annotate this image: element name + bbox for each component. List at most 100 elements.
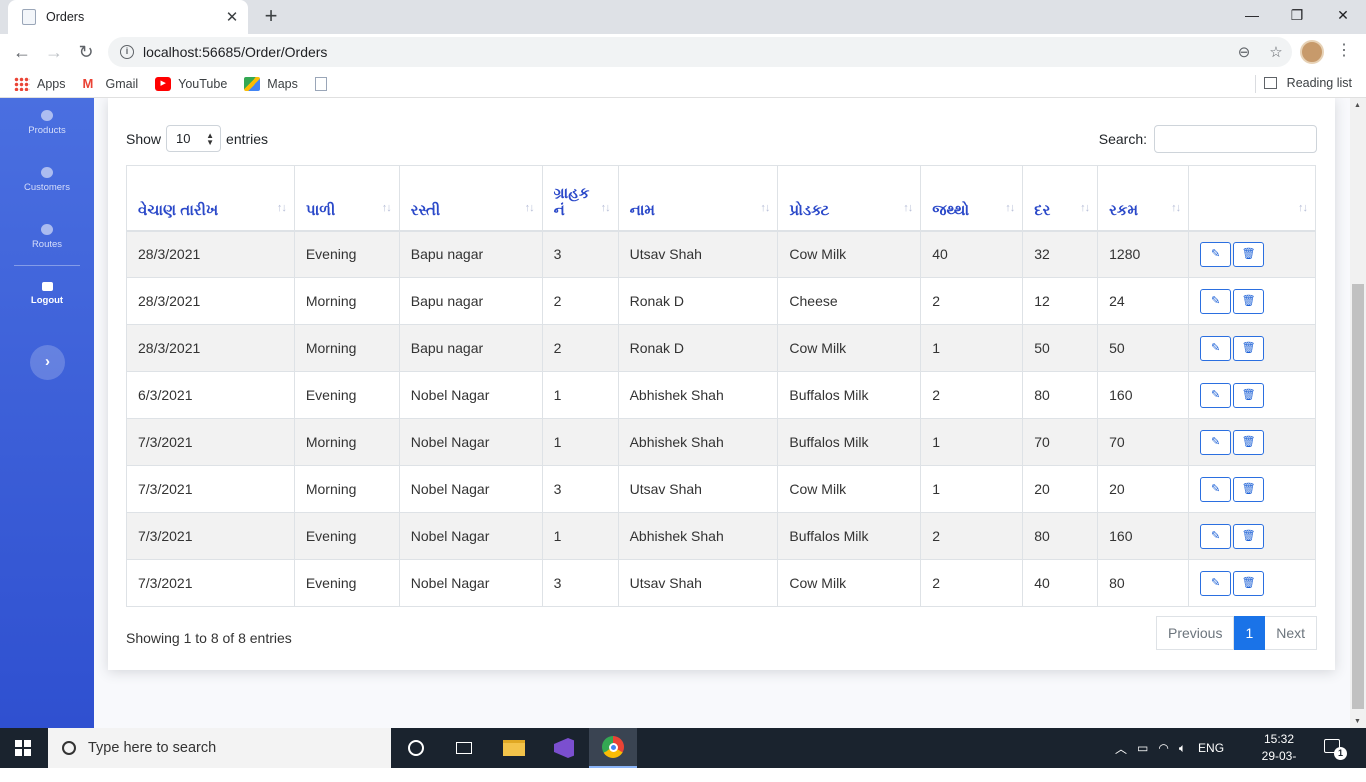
taskbar-clock[interactable]: 15:32 29-03-2021 [1250, 731, 1308, 782]
reading-list-button[interactable]: Reading list [1263, 76, 1352, 90]
volume-icon[interactable]: 🔈︎ [1179, 741, 1186, 756]
sidebar-divider [14, 265, 80, 266]
table-cell: 28/3/2021 [126, 324, 295, 372]
delete-button[interactable]: 🗑︎ [1233, 476, 1265, 502]
column-header[interactable]: પ્રોડક્ટ ↑↓ [777, 165, 922, 232]
file-explorer-icon[interactable] [490, 728, 538, 768]
site-info-icon[interactable]: i [120, 45, 134, 59]
zoom-icon[interactable]: ⊖ [1228, 43, 1260, 61]
delete-button[interactable]: 🗑︎ [1233, 382, 1265, 408]
edit-button[interactable]: ✎ [1200, 476, 1232, 502]
edit-button[interactable]: ✎ [1200, 241, 1232, 267]
page-scrollbar[interactable]: ▲ ▼ [1350, 98, 1366, 728]
bookmark-youtube[interactable]: ▶ YouTube [155, 76, 228, 91]
column-header[interactable]: પાળી ↑↓ [293, 165, 400, 232]
sidebar-item-label: Routes [31, 239, 63, 250]
row-actions: ✎ 🗑︎ [1188, 277, 1316, 325]
delete-button[interactable]: 🗑︎ [1233, 429, 1265, 455]
delete-button[interactable]: 🗑︎ [1233, 288, 1265, 314]
bookmark-star-icon[interactable]: ☆ [1260, 43, 1292, 61]
table-row: 7/3/2021 Evening Nobel Nagar 1 Abhishek Shah… [126, 512, 1316, 560]
next-page-button[interactable]: Next [1265, 616, 1318, 650]
table-cell: 50 [1022, 324, 1099, 372]
bookmark-maps[interactable]: Maps [244, 76, 298, 91]
column-header[interactable]: રકમ ↑↓ [1097, 165, 1190, 232]
delete-button[interactable]: 🗑︎ [1233, 241, 1265, 267]
column-header-label: પ્રોડક્ટ [789, 201, 830, 219]
row-actions: ✎ 🗑︎ [1188, 465, 1316, 513]
show-label: Show [126, 130, 162, 147]
sidebar-toggle-button[interactable]: › [30, 345, 65, 380]
edit-button[interactable]: ✎ [1200, 335, 1232, 361]
taskbar-search-placeholder: Type here to search [88, 740, 217, 756]
scroll-up-icon[interactable]: ▲ [1354, 102, 1361, 109]
battery-icon[interactable]: ▭ [1137, 741, 1148, 755]
entries-length-control: Show 10 ▲ ▼ entries [126, 125, 268, 152]
edit-button[interactable]: ✎ [1200, 429, 1232, 455]
bookmark-label: YouTube [178, 76, 228, 91]
delete-button[interactable]: 🗑︎ [1233, 335, 1265, 361]
close-tab-icon[interactable]: ✕ [220, 8, 244, 26]
edit-button[interactable]: ✎ [1200, 523, 1232, 549]
bookmark-page[interactable] [314, 76, 334, 91]
bookmark-gmail[interactable]: M Gmail [83, 76, 139, 91]
column-header[interactable]: નામ ↑↓ [617, 165, 779, 232]
chrome-icon[interactable] [589, 728, 637, 768]
chevron-up-icon[interactable]: ︿ [1115, 740, 1127, 757]
sidebar-item-products[interactable]: Products [0, 110, 94, 136]
scrollbar-thumb[interactable] [1352, 284, 1364, 709]
column-header-label: રસ્તી [410, 201, 441, 219]
new-tab-button[interactable]: + [258, 4, 284, 30]
column-header[interactable]: વેચાણ તારીખ ↑↓ [126, 165, 295, 232]
language-indicator[interactable]: ENG [1198, 741, 1224, 755]
browser-tab-orders[interactable]: Orders ✕ [8, 0, 248, 34]
table-cell: 3 [541, 230, 619, 278]
task-view-icon[interactable] [440, 728, 488, 768]
previous-page-button[interactable]: Previous [1156, 616, 1235, 650]
edit-button[interactable]: ✎ [1200, 288, 1232, 314]
reload-button[interactable]: ↻ [74, 40, 98, 64]
table-cell: 1280 [1097, 230, 1190, 278]
scroll-down-icon[interactable]: ▼ [1354, 718, 1361, 725]
pencil-icon: ✎ [1210, 435, 1221, 448]
edit-button[interactable]: ✎ [1200, 382, 1232, 408]
taskbar-search-box[interactable]: Type here to search [48, 728, 391, 768]
restore-button[interactable]: ❐ [1274, 0, 1320, 30]
visual-studio-icon[interactable] [540, 728, 588, 768]
table-cell: 1 [541, 371, 619, 419]
edit-button[interactable]: ✎ [1200, 570, 1232, 596]
windows-start-icon[interactable] [15, 740, 31, 756]
column-header[interactable]: દર ↑↓ [1022, 165, 1099, 232]
close-window-button[interactable]: ✕ [1320, 0, 1366, 30]
back-button[interactable]: ← [10, 40, 34, 64]
forward-button[interactable]: → [42, 40, 66, 64]
bookmark-apps[interactable]: Apps [14, 76, 66, 91]
column-header[interactable]: ગ્રાહક નં ↑↓ [541, 165, 619, 232]
url-text[interactable]: localhost:56685/Order/Orders [143, 44, 1228, 60]
page-1-button[interactable]: 1 [1234, 616, 1266, 650]
minimize-button[interactable]: — [1229, 0, 1275, 30]
column-header[interactable]: જથ્થો ↑↓ [920, 165, 1024, 232]
maps-icon [244, 76, 261, 91]
search-input[interactable] [1154, 125, 1317, 153]
wifi-icon[interactable]: ◠ [1158, 741, 1168, 755]
cortana-icon[interactable] [392, 728, 440, 768]
address-bar[interactable]: i localhost:56685/Order/Orders ⊖ ☆ [108, 37, 1292, 67]
bookmark-label: Maps [267, 76, 298, 91]
browser-menu-icon[interactable]: ⋮ [1336, 40, 1352, 64]
windows-taskbar: Type here to search ︿ ▭ ◠ 🔈︎ ENG 15:32 2… [0, 728, 1366, 780]
entries-select[interactable]: 10 ▲ ▼ [166, 125, 222, 152]
row-actions: ✎ 🗑︎ [1188, 559, 1316, 607]
delete-button[interactable]: 🗑︎ [1233, 523, 1265, 549]
table-cell: 24 [1097, 277, 1190, 325]
column-header[interactable]: ↑↓ [1188, 165, 1316, 232]
table-cell: 12 [1022, 277, 1099, 325]
delete-button[interactable]: 🗑︎ [1233, 570, 1265, 596]
pagination: Previous 1 Next [1156, 616, 1318, 650]
row-actions: ✎ 🗑︎ [1188, 418, 1316, 466]
sidebar-item-logout[interactable]: Logout [0, 282, 94, 306]
column-header[interactable]: રસ્તી ↑↓ [398, 165, 543, 232]
profile-avatar[interactable] [1300, 40, 1324, 64]
sidebar-item-customers[interactable]: Customers [0, 167, 94, 193]
sidebar-item-routes[interactable]: Routes [0, 224, 94, 250]
